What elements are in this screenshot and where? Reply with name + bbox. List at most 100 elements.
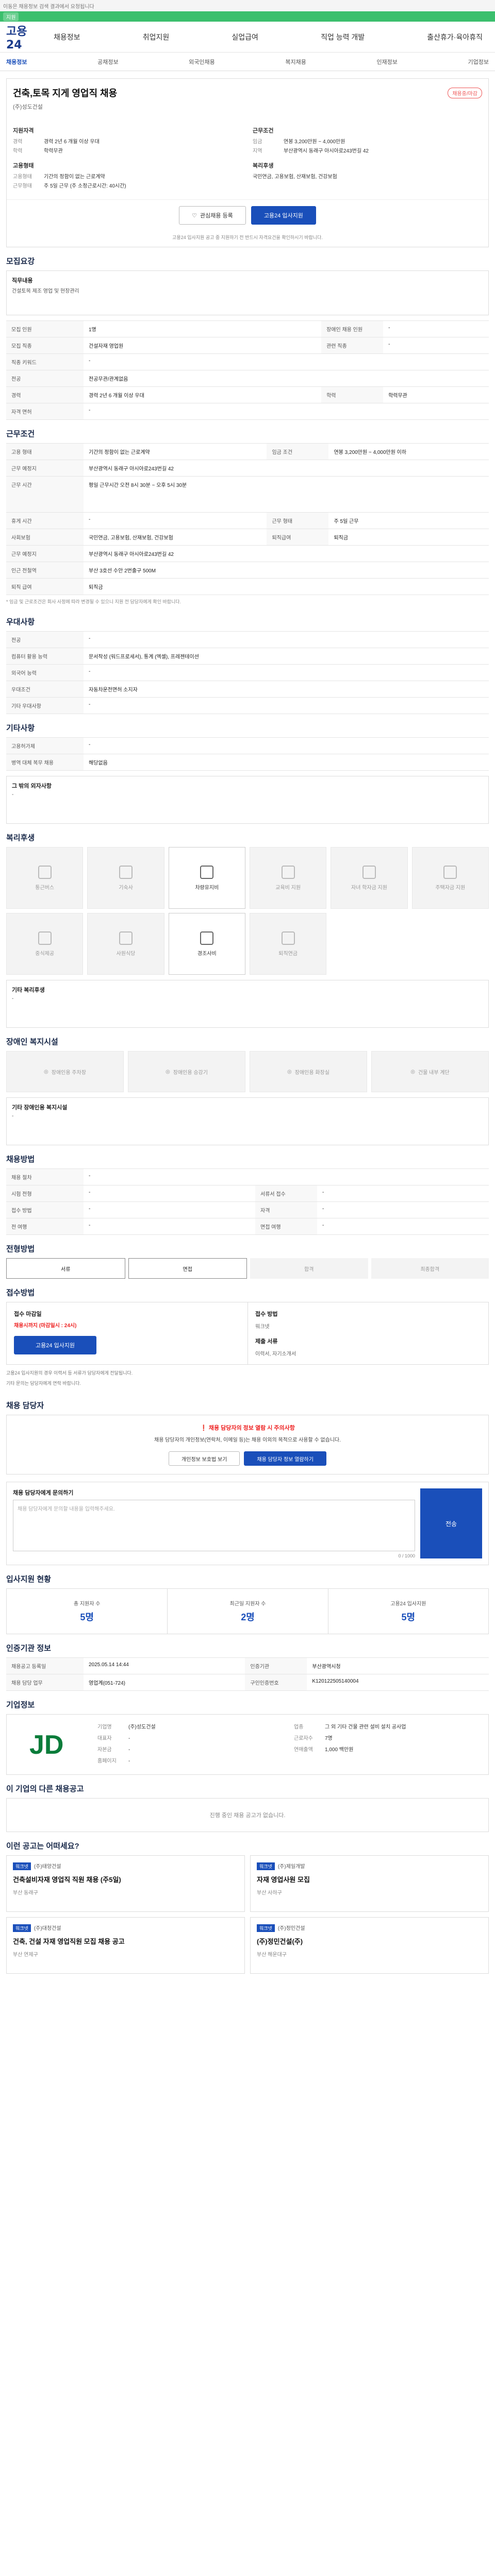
summary-value: 주 5일 근무 (주 소정근로시간: 40시간) (44, 183, 126, 189)
welfare-item: 퇴직연금 (249, 913, 327, 975)
dormitory-icon (119, 865, 133, 879)
similar-jobs: 워크넷 (주)태양건설 건축설비자재 영업직 직원 채용 (주5일) 부산 동래구… (6, 1855, 489, 1974)
table-value: 2025.05.14 14:44 (84, 1657, 245, 1674)
subnav-item-talent[interactable]: 인재정보 (376, 58, 397, 66)
stat-value: 2명 (241, 1612, 255, 1622)
disability-item: ◎ 장애인용 승강기 (128, 1051, 245, 1092)
welfare-label: 기숙사 (119, 885, 133, 891)
qa-textarea[interactable]: 채용 담당자에게 문의할 내용을 입력해주세요. (13, 1500, 415, 1551)
table-row: 자격 면허 - (6, 403, 489, 420)
job-card[interactable]: 워크넷 (주)제일개발 자재 영업사원 모집 부산 사하구 (250, 1855, 489, 1912)
company-name[interactable]: (주)성도건설 (7, 103, 488, 116)
job-card-title[interactable]: 자재 영업사원 모집 (257, 1874, 482, 1884)
process-step: 면접 (128, 1258, 247, 1279)
table-key: 근무 예정지 (6, 460, 84, 477)
table-key: 인근 전철역 (6, 562, 84, 579)
table-row: 사회보험 국민연금, 고용보험, 산재보험, 건강보험 퇴직급여 퇴직금 (6, 529, 489, 546)
company-key: 기업명 (97, 1724, 112, 1730)
welfare-item: 통근버스 (6, 847, 84, 909)
table-key: 외국어 능력 (6, 664, 84, 681)
subnav-item-jobs[interactable]: 채용정보 (6, 58, 27, 66)
company-logo: JD (15, 1723, 87, 1764)
meal-icon (38, 931, 52, 945)
alert-icon: ❗ (200, 1425, 209, 1431)
header: 고용24 채용정보 취업지원 실업급여 직업 능력 개발 출산휴가·육아휴직 (0, 22, 495, 53)
table-row: 컴퓨터 활용 능력 문서작성 (워드프로세서), 통계 (엑셀), 프레젠테이션 (6, 648, 489, 665)
stats-title: 입사지원 현황 (6, 1575, 51, 1584)
table-key: 사회보험 (6, 529, 84, 546)
job-location: 부산 동래구 (13, 1890, 38, 1896)
job-card-title[interactable]: 건축설비자재 영업직 직원 채용 (주5일) (13, 1874, 238, 1884)
table-key: 병역 대체 복무 채용 (6, 754, 84, 771)
job-location: 부산 사하구 (257, 1890, 282, 1896)
status-badge: 채용중/마감 (448, 87, 482, 98)
save-job-button[interactable]: ♡ 관심채용 등록 (179, 206, 246, 225)
welfare-other-label: 기타 복리후생 (12, 987, 45, 993)
summary-welfare-title: 복리후생 (253, 163, 274, 169)
process-title: 전형방법 (6, 1245, 35, 1253)
table-key: 근무 예정지 (6, 545, 84, 562)
table-value: 경력 2년 6 개월 이상 우대 (84, 386, 322, 403)
recruit-table: 모집 인원 1명 장애인 채용 인원 - 모집 직종 건설자재 영업원 관련 직종 - 직종… (6, 320, 489, 420)
summary-cond-title: 근무조건 (253, 128, 274, 134)
privacy-law-button[interactable]: 개인정보 보호법 보기 (169, 1451, 240, 1466)
table-key: 퇴직 급여 (6, 578, 84, 595)
subnav-item-company[interactable]: 기업정보 (468, 58, 489, 66)
table-value: 연봉 3,200만원 ~ 4,000만원 이하 (328, 443, 489, 460)
disability-label: 건물 내부 계단 (418, 1070, 450, 1076)
table-key: 임금 조건 (267, 443, 329, 460)
nav-item-support[interactable]: 취업지원 (137, 32, 176, 42)
welfare-item: 중식제공 (6, 913, 84, 975)
company-logo-mark: JD (20, 1725, 82, 1761)
job-card[interactable]: 워크넷 (주)대청건설 건축, 건설 자재 영업직원 모집 채용 공고 부산 연제… (6, 1917, 245, 1974)
disability-item: ◎ 건물 내부 계단 (371, 1051, 489, 1092)
table-value: 부산광역시 동래구 아시아로243번길 42 (84, 545, 489, 562)
other-jobs-title: 이 기업의 다른 채용공고 (6, 1785, 84, 1793)
welfare-item: 기숙사 (87, 847, 164, 909)
summary-key: 학력 (13, 148, 23, 154)
table-key: 자격 (255, 1201, 317, 1218)
job-card-title[interactable]: 건축, 건설 자재 영업직원 모집 채용 공고 (13, 1936, 238, 1946)
table-value: - (317, 1218, 489, 1235)
apply-period-label: 접수 마감일 (14, 1311, 42, 1317)
stat-value: 5명 (401, 1612, 416, 1622)
job-card[interactable]: 워크넷 (주)태양건설 건축설비자재 영업직 직원 채용 (주5일) 부산 동래구 (6, 1855, 245, 1912)
job-card[interactable]: 워크넷 (주)정민건설 (주)정민건설(주) 부산 해운대구 (250, 1917, 489, 1974)
table-value: 기간의 정함이 없는 근로계약 (84, 443, 267, 460)
company-value: 그 외 기타 건물 관련 설비 설치 공사업 (325, 1724, 406, 1730)
nav-item-unemployment[interactable]: 실업급여 (225, 32, 265, 42)
summary-value: 국민연금, 고용보험, 산재보험, 건강보험 (253, 174, 337, 180)
top-strip-text: 이동은 채용정보 검색 결과에서 요청됩니다 (3, 4, 94, 10)
pension-icon (281, 931, 295, 945)
disability-item: ◎ 장애인용 주차장 (6, 1051, 124, 1092)
table-key: 고용허가제 (6, 737, 84, 754)
view-manager-button[interactable]: 채용 담당자 정보 열람하기 (244, 1451, 326, 1466)
table-row: 근무 예정지 부산광역시 동래구 아시아로243번길 42 (6, 545, 489, 562)
qa-send-button[interactable]: 전송 (420, 1488, 482, 1558)
table-value: - (84, 737, 489, 754)
disability-label: 장애인용 주차장 (51, 1070, 86, 1076)
save-job-label: 관심채용 등록 (200, 213, 233, 219)
nav-item-jobs[interactable]: 채용정보 (47, 32, 87, 42)
job-card-title[interactable]: (주)정민건설(주) (257, 1936, 482, 1946)
subnav-item-public[interactable]: 공채정보 (97, 58, 118, 66)
job-description-label: 직무내용 (12, 278, 33, 284)
table-value: 부산 3호선 수안 2번출구 500M (84, 562, 489, 579)
apply-button[interactable]: 고용24 입사지원 (251, 206, 316, 225)
subnav-item-foreign[interactable]: 외국인채용 (189, 58, 215, 66)
apply-submit-button[interactable]: 고용24 입사지원 (14, 1336, 96, 1354)
recruit-title: 모집요강 (6, 257, 35, 266)
welfare-label: 차량유지비 (195, 885, 219, 891)
job-tag: 워크넷 (13, 1862, 31, 1870)
table-key: 시험 전형 (6, 1185, 84, 1202)
top-strip-active[interactable]: 지원 (3, 12, 19, 21)
disability-title: 장애인 복지시설 (6, 1038, 58, 1046)
nav-item-leave[interactable]: 출산휴가·육아휴직 (421, 32, 489, 42)
table-key: 모집 인원 (6, 320, 84, 337)
site-logo[interactable]: 고용24 (6, 22, 37, 52)
subnav-item-welfare[interactable]: 복지채용 (285, 58, 306, 66)
summary-qual-title: 지원자격 (13, 128, 34, 134)
table-value: 전공무관/관계없음 (84, 370, 489, 387)
nav-item-training[interactable]: 직업 능력 개발 (315, 32, 371, 42)
company-key: 홈페이지 (97, 1758, 117, 1764)
